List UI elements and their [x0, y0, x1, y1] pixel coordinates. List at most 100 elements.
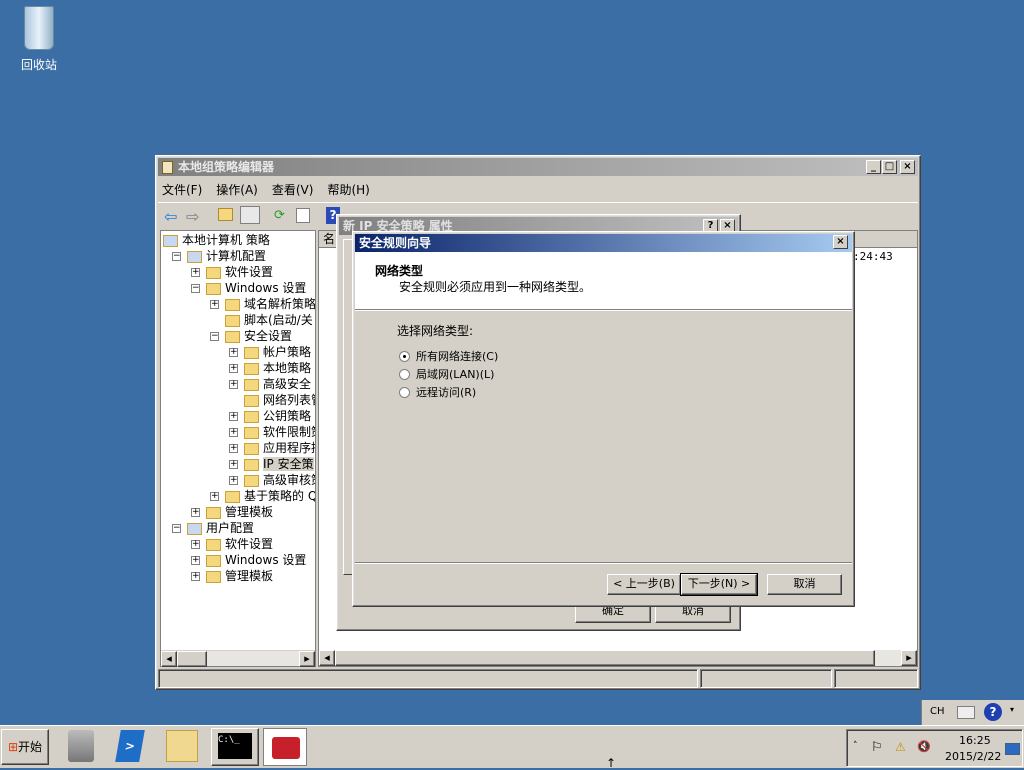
scroll-left-button[interactable]: ◂: [161, 651, 177, 667]
refresh-icon[interactable]: ⟳: [274, 208, 285, 223]
tree-item-label: 帐户策略: [263, 345, 312, 359]
tree-item[interactable]: 脚本(启动/关: [210, 312, 313, 328]
maximize-button[interactable]: □: [882, 160, 897, 174]
collapse-icon[interactable]: −: [172, 524, 181, 533]
cmd-taskbar-button[interactable]: C:\_: [211, 728, 259, 766]
tree-item[interactable]: + 软件限制策: [229, 424, 315, 440]
tree-item[interactable]: − 计算机配置: [172, 248, 266, 264]
scroll-right-button[interactable]: ▸: [901, 650, 917, 666]
tree-item[interactable]: + 公钥策略: [229, 408, 311, 424]
tree-item[interactable]: + 本地策略: [229, 360, 311, 376]
app-icon: [162, 161, 173, 174]
tree-item[interactable]: 本地计算机 策略: [163, 232, 270, 248]
show-hidden-icons-icon[interactable]: ˄: [853, 741, 858, 751]
clock-date[interactable]: 2015/2/22: [945, 750, 1001, 763]
expand-icon[interactable]: +: [229, 380, 238, 389]
expand-icon[interactable]: +: [210, 300, 219, 309]
scroll-right-button[interactable]: ▸: [299, 651, 315, 667]
radio-button[interactable]: [399, 369, 410, 380]
folder-icon: [244, 378, 259, 391]
expand-icon[interactable]: +: [210, 492, 219, 501]
minimize-button[interactable]: _: [866, 160, 881, 174]
radio-all-connections[interactable]: 所有网络连接(C): [399, 348, 498, 364]
menu-file[interactable]: 文件(F): [162, 181, 202, 199]
start-button[interactable]: ⊞开始: [1, 729, 49, 765]
expand-icon[interactable]: +: [229, 364, 238, 373]
up-folder-icon[interactable]: [218, 208, 233, 221]
scroll-left-button[interactable]: ◂: [319, 650, 335, 666]
tree-item[interactable]: + IP 安全策: [229, 456, 314, 472]
radio-button[interactable]: [399, 387, 410, 398]
scroll-thumb[interactable]: [335, 650, 875, 666]
expand-icon[interactable]: +: [229, 412, 238, 421]
taskbar: ⊞开始 > C:\_ ↑ ˄ ⚐ ⚠ 🔇 16:25 2015/2/22: [0, 725, 1024, 770]
close-button[interactable]: ×: [900, 160, 915, 174]
expand-icon[interactable]: +: [191, 508, 200, 517]
server-manager-icon[interactable]: [68, 730, 94, 762]
file-explorer-icon[interactable]: [166, 730, 198, 762]
tree-item[interactable]: − Windows 设置: [191, 280, 306, 296]
expand-icon[interactable]: +: [191, 556, 200, 565]
expand-icon[interactable]: +: [191, 268, 200, 277]
main-titlebar[interactable]: 本地组策略编辑器: [158, 158, 918, 176]
powershell-icon[interactable]: >: [115, 730, 145, 762]
show-desktop-icon[interactable]: [1005, 743, 1020, 755]
radio-lan[interactable]: 局域网(LAN)(L): [399, 366, 494, 382]
action-center-flag-icon[interactable]: ⚐: [871, 740, 883, 755]
menu-view[interactable]: 查看(V): [272, 181, 314, 199]
tree-item[interactable]: + 软件设置: [191, 536, 273, 552]
menu-action[interactable]: 操作(A): [216, 181, 258, 199]
tree-item[interactable]: 网络列表管: [229, 392, 315, 408]
tree-item[interactable]: − 安全设置: [210, 328, 292, 344]
close-button[interactable]: ×: [833, 235, 848, 249]
expand-icon[interactable]: +: [229, 444, 238, 453]
collapse-icon[interactable]: −: [172, 252, 181, 261]
radio-button[interactable]: [399, 351, 410, 362]
collapse-icon[interactable]: −: [191, 284, 200, 293]
clock-time[interactable]: 16:25: [959, 734, 991, 747]
expand-icon[interactable]: +: [229, 348, 238, 357]
tree-item[interactable]: + 帐户策略: [229, 344, 311, 360]
tree-item[interactable]: + Windows 设置: [191, 552, 306, 568]
details-hscrollbar[interactable]: ◂ ▸: [319, 650, 917, 666]
wizard-titlebar[interactable]: 安全规则向导: [355, 234, 852, 252]
tree-item[interactable]: + 软件设置: [191, 264, 273, 280]
gpedit-taskbar-button[interactable]: [263, 728, 307, 766]
tree-item-label: 软件设置: [225, 265, 274, 279]
tree-item-label: 安全设置: [244, 329, 293, 343]
back-button[interactable]: < 上一步(B): [607, 574, 681, 595]
tree-item[interactable]: + 高级审核策: [229, 472, 315, 488]
tree-item[interactable]: + 高级安全: [229, 376, 311, 392]
folder-icon: [225, 490, 240, 503]
network-warning-icon[interactable]: ⚠: [895, 740, 906, 754]
tree-item[interactable]: + 管理模板: [191, 504, 273, 520]
options-arrow-icon[interactable]: ▾: [1010, 705, 1014, 714]
expand-icon[interactable]: +: [229, 476, 238, 485]
language-indicator[interactable]: CH: [930, 706, 945, 717]
tree-item[interactable]: + 管理模板: [191, 568, 273, 584]
show-hide-tree-icon[interactable]: [240, 206, 260, 224]
expand-icon[interactable]: +: [229, 460, 238, 469]
tree-item[interactable]: + 域名解析策略: [210, 296, 315, 312]
collapse-icon[interactable]: −: [210, 332, 219, 341]
expand-icon[interactable]: +: [191, 572, 200, 581]
cancel-button[interactable]: 取消: [767, 574, 842, 595]
scroll-thumb[interactable]: [177, 651, 207, 667]
tree-item[interactable]: − 用户配置: [172, 520, 254, 536]
help-icon[interactable]: ?: [984, 703, 1002, 721]
export-list-icon[interactable]: [296, 208, 310, 223]
tree-item[interactable]: + 基于策略的 Q: [210, 488, 315, 504]
folder-icon: [225, 298, 240, 311]
radio-remote-access[interactable]: 远程访问(R): [399, 384, 476, 400]
menu-help[interactable]: 帮助(H): [327, 181, 369, 199]
back-arrow-icon[interactable]: ⇦: [164, 207, 177, 226]
tree-item[interactable]: + 应用程序控: [229, 440, 315, 456]
keyboard-icon[interactable]: [957, 706, 975, 719]
next-button[interactable]: 下一步(N) >: [680, 573, 758, 596]
expand-icon[interactable]: +: [229, 428, 238, 437]
tree-hscrollbar[interactable]: ◂ ▸: [161, 650, 315, 667]
recycle-bin[interactable]: 回收站: [10, 6, 68, 73]
volume-muted-icon[interactable]: 🔇: [917, 740, 931, 753]
forward-arrow-icon[interactable]: ⇨: [186, 207, 199, 226]
expand-icon[interactable]: +: [191, 540, 200, 549]
